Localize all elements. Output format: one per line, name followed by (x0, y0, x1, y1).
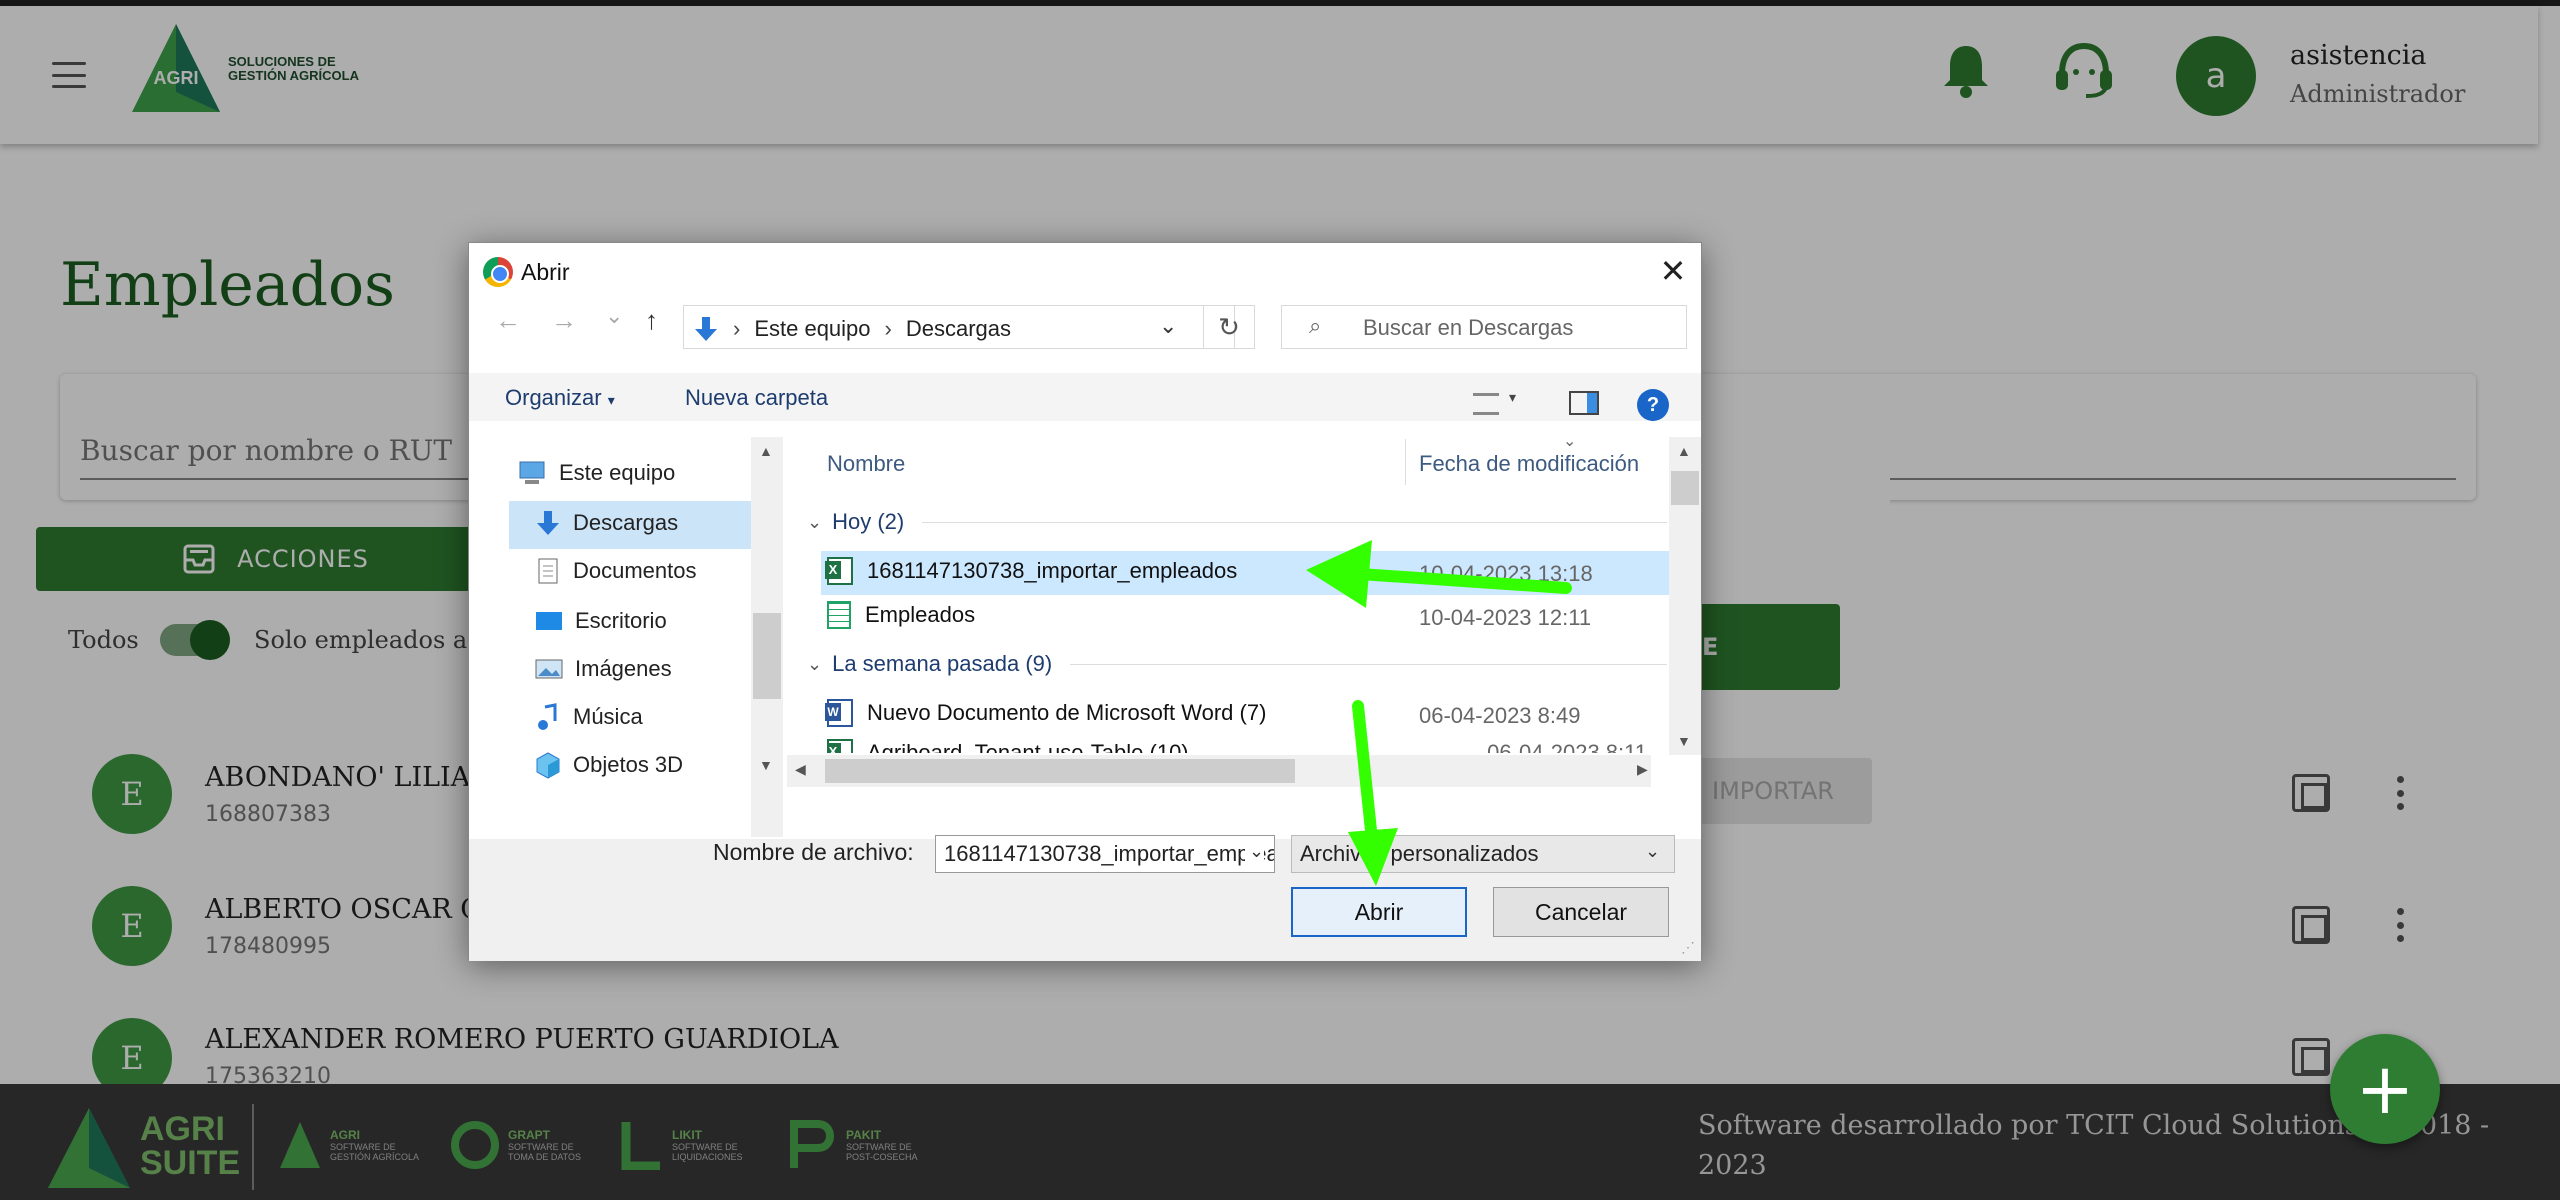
arrow-to-file-icon (1306, 540, 1572, 608)
annotation-arrows (1306, 540, 1572, 886)
arrow-to-open-button-icon (1348, 700, 1398, 886)
